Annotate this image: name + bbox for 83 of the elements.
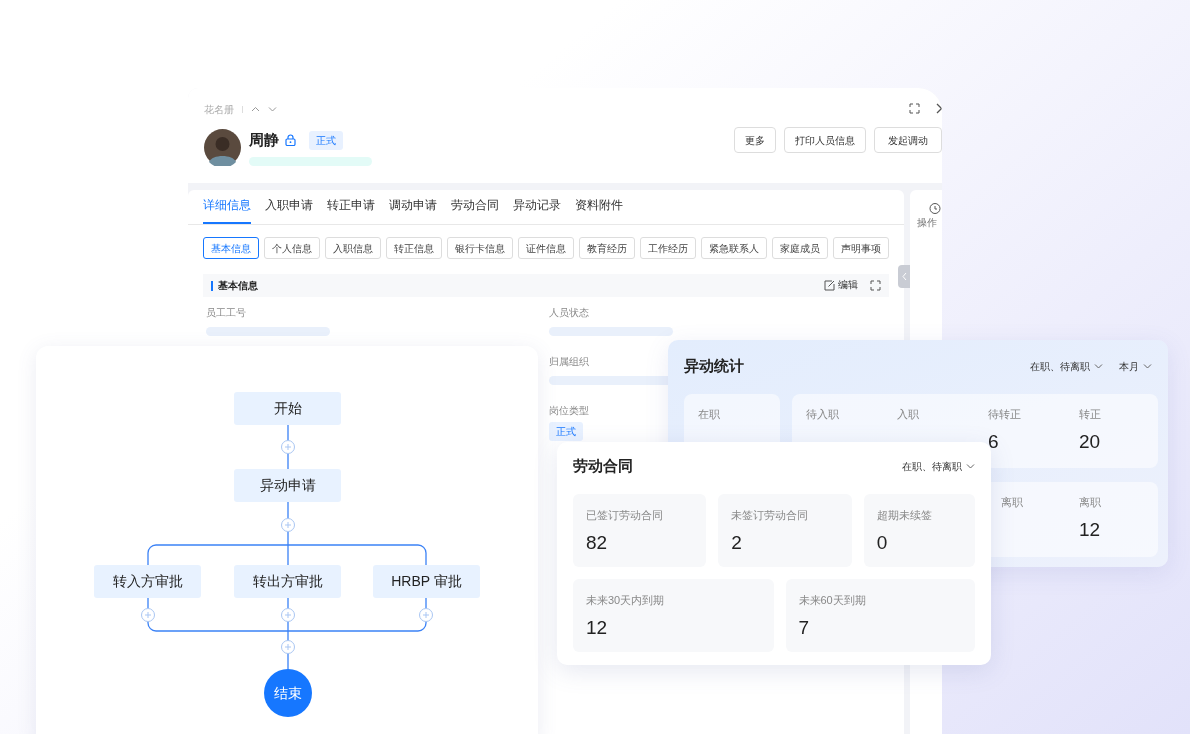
fullscreen-icon[interactable]: [870, 280, 881, 291]
add-icon[interactable]: [281, 518, 295, 532]
sub-tab[interactable]: 紧急联系人: [701, 237, 767, 259]
fullscreen-icon[interactable]: [909, 103, 920, 114]
edit-icon: [824, 280, 835, 291]
sub-tab[interactable]: 家庭成员: [772, 237, 828, 259]
edit-link[interactable]: 编辑: [824, 278, 858, 293]
tab[interactable]: 入职申请: [265, 190, 313, 224]
history-icon[interactable]: [929, 202, 941, 214]
sub-tab[interactable]: 证件信息: [518, 237, 574, 259]
stat-value: 6: [988, 430, 1000, 455]
stat-label: 未来60天到期: [798, 592, 867, 608]
sub-tab[interactable]: 声明事项: [833, 237, 889, 259]
avatar: [204, 129, 241, 166]
stat-label: 待入职: [806, 406, 840, 422]
add-icon[interactable]: [281, 640, 295, 654]
filter-dropdown[interactable]: 在职、待离职: [1030, 359, 1103, 374]
flow-node: 转入方审批: [94, 565, 201, 598]
stat-label: 待转正: [988, 406, 1022, 422]
stat-label: 入职: [897, 406, 920, 422]
stat-value: 12: [1079, 518, 1102, 543]
sub-tab[interactable]: 个人信息: [264, 237, 320, 259]
tab[interactable]: 劳动合同: [451, 190, 499, 224]
tab[interactable]: 异动记录: [513, 190, 561, 224]
chevron-left-icon: [901, 272, 907, 281]
field-label: 员工工号: [206, 306, 246, 320]
chevron-down-icon: [966, 463, 975, 471]
field-label: 归属组织: [549, 355, 589, 369]
collapse-handle[interactable]: [898, 265, 910, 288]
sub-tab[interactable]: 工作经历: [640, 237, 696, 259]
header-button[interactable]: 更多: [734, 127, 776, 153]
filter-dropdown[interactable]: 本月: [1119, 359, 1152, 374]
sub-tab[interactable]: 入职信息: [325, 237, 381, 259]
stat-value: 20: [1079, 430, 1102, 455]
tab[interactable]: 调动申请: [389, 190, 437, 224]
add-icon[interactable]: [281, 440, 295, 454]
card-title: 劳动合同: [573, 457, 633, 476]
lock-icon: [285, 134, 296, 147]
stat-value: 0: [876, 531, 889, 556]
stat-value: 82: [586, 531, 609, 556]
stat-label: 离职: [1001, 494, 1024, 510]
sub-tab[interactable]: 转正信息: [386, 237, 442, 259]
status-tag: 正式: [309, 130, 343, 150]
add-icon[interactable]: [141, 608, 155, 622]
field-label: 岗位类型: [549, 404, 589, 418]
stat-label: 未来30天内到期: [586, 592, 666, 608]
chevron-up-icon[interactable]: [251, 106, 260, 113]
field-label: 人员状态: [549, 306, 589, 320]
stat-value: 2: [731, 531, 743, 556]
stat-label: 离职: [1079, 494, 1102, 510]
section-title: 基本信息: [211, 280, 258, 291]
end-node: 结束: [264, 669, 312, 717]
tab[interactable]: 资料附件: [575, 190, 623, 224]
stat-value: 7: [798, 616, 811, 641]
card-title: 异动统计: [684, 357, 744, 376]
chevron-down-icon: [1094, 363, 1103, 371]
header-button[interactable]: 打印人员信息: [784, 127, 866, 153]
sub-tab[interactable]: 银行卡信息: [447, 237, 513, 259]
flow-node: 开始: [234, 392, 341, 425]
stat-label: 超期未续签: [876, 507, 933, 523]
add-icon[interactable]: [281, 608, 295, 622]
flow-node: HRBP 审批: [373, 565, 480, 598]
chevron-down-icon: [1143, 363, 1152, 371]
add-icon[interactable]: [419, 608, 433, 622]
side-label: 操作: [917, 216, 938, 230]
flow-node: 异动申请: [234, 469, 341, 502]
chevron-down-icon[interactable]: [268, 106, 277, 113]
flow-node: 转出方审批: [234, 565, 341, 598]
sub-tab[interactable]: 基本信息: [203, 237, 259, 259]
stat-label: 在职: [698, 406, 721, 422]
sub-tab[interactable]: 教育经历: [579, 237, 635, 259]
chevron-right-icon[interactable]: [936, 103, 942, 114]
tab[interactable]: 转正申请: [327, 190, 375, 224]
stat-value: 12: [586, 616, 609, 641]
tab[interactable]: 详细信息: [203, 190, 251, 224]
person-name: 周静: [249, 130, 279, 150]
header-button[interactable]: 发起调动: [874, 127, 942, 153]
stat-label: 转正: [1079, 406, 1102, 422]
filter-dropdown[interactable]: 在职、待离职: [902, 459, 975, 474]
field-tag: 正式: [549, 422, 583, 442]
stat-label: 已签订劳动合同: [586, 507, 664, 523]
stat-label: 未签订劳动合同: [731, 507, 810, 523]
divider-line: [242, 105, 243, 114]
